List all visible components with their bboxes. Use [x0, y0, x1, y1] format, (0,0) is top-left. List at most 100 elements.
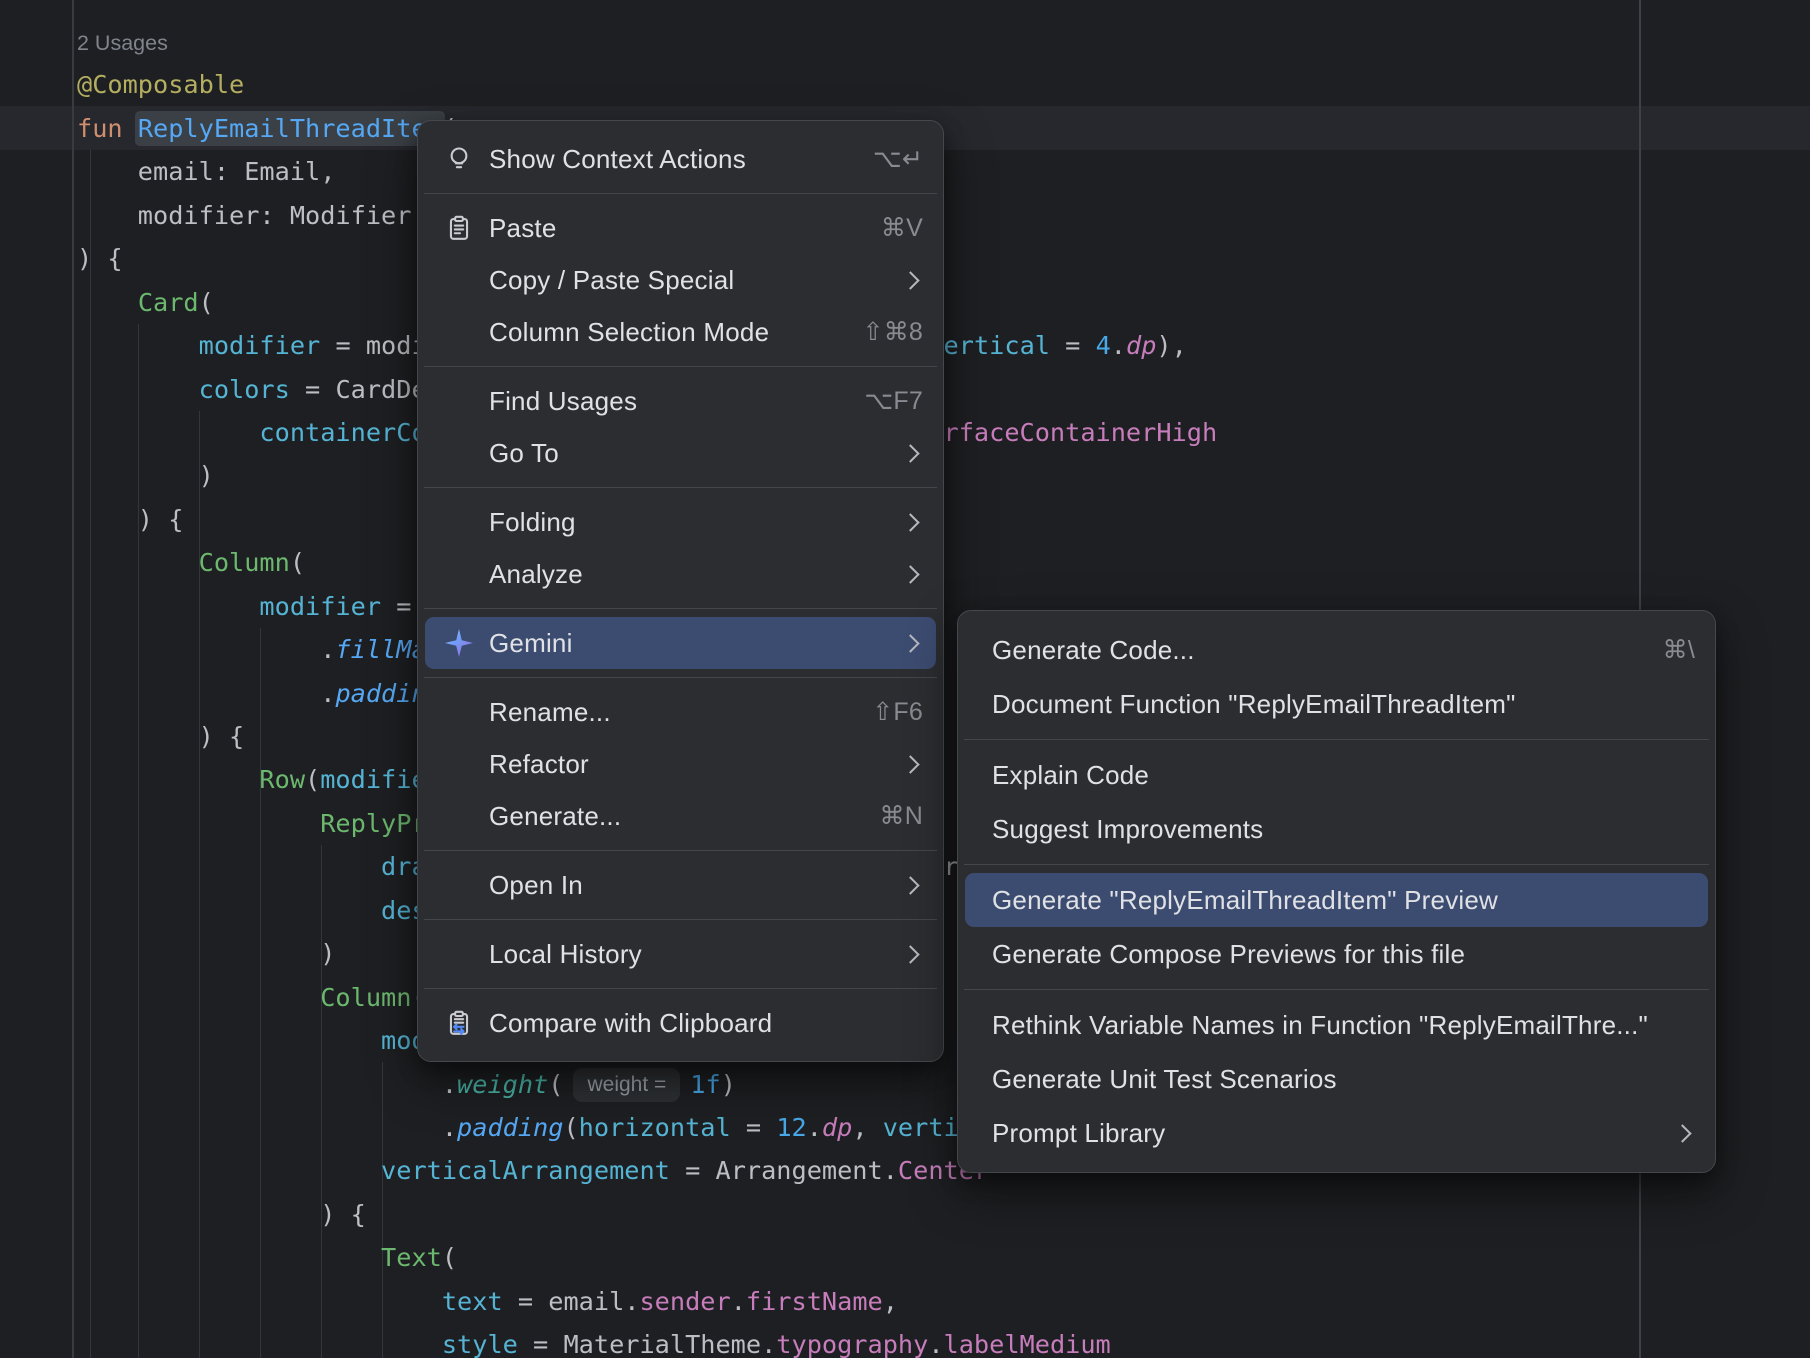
menu-separator	[424, 988, 937, 989]
code-token	[77, 1026, 381, 1055]
menu-item-column-selection-mode[interactable]: Column Selection Mode⇧⌘8	[425, 306, 936, 358]
code-token	[77, 592, 259, 621]
code-token: style	[442, 1330, 518, 1358]
menu-separator	[424, 677, 937, 678]
menu-item-refactor[interactable]: Refactor	[425, 738, 936, 790]
chevron-right-icon	[901, 755, 919, 773]
code-token: =	[731, 1113, 777, 1142]
menu-item-rethink-variable-names-in-function-replyemailthre[interactable]: Rethink Variable Names in Function "Repl…	[965, 998, 1708, 1052]
menu-item-find-usages[interactable]: Find Usages⌥F7	[425, 375, 936, 427]
menu-item-local-history[interactable]: Local History	[425, 928, 936, 980]
inlay-hint-parameter[interactable]: weight =	[573, 1068, 680, 1102]
code-token	[77, 809, 320, 838]
code-token: colors	[199, 375, 290, 404]
menu-item-document-function-replyemailthreaditem[interactable]: Document Function "ReplyEmailThreadItem"	[965, 677, 1708, 731]
menu-item-shortcut: ⌘N	[880, 801, 923, 831]
lightbulb-icon	[444, 144, 474, 174]
code-token	[77, 852, 381, 881]
code-line: Text(	[77, 1236, 1217, 1279]
menu-item-shortcut: ⌘\	[1663, 635, 1695, 665]
code-token	[77, 1287, 442, 1316]
code-token: text	[442, 1287, 503, 1316]
code-token: )	[77, 461, 214, 490]
menu-item-compare-with-clipboard[interactable]: Compare with Clipboard	[425, 997, 936, 1049]
code-token: .	[77, 1113, 457, 1142]
menu-item-prompt-library[interactable]: Prompt Library	[965, 1106, 1708, 1160]
menu-item-label: Gemini	[489, 628, 880, 659]
menu-item-paste[interactable]: Paste ⌘V	[425, 202, 936, 254]
code-line: @Composable	[77, 63, 1217, 106]
menu-item-rename[interactable]: Rename...⇧F6	[425, 686, 936, 738]
menu-item-shortcut: ⌘V	[881, 213, 923, 243]
code-token: ) {	[77, 722, 244, 751]
menu-item-open-in[interactable]: Open In	[425, 859, 936, 911]
code-token	[77, 896, 381, 925]
code-token: = Arrangement.	[670, 1156, 898, 1185]
code-token: @Composable	[77, 70, 244, 99]
menu-item-go-to[interactable]: Go To	[425, 427, 936, 479]
paste-icon	[444, 213, 474, 243]
code-token: padding	[457, 1113, 563, 1142]
menu-item-explain-code[interactable]: Explain Code	[965, 748, 1708, 802]
menu-item-gemini[interactable]: Gemini	[425, 617, 936, 669]
menu-item-label: Paste	[489, 213, 857, 244]
code-token: fun	[77, 114, 123, 143]
code-token: dp	[1126, 331, 1156, 360]
menu-item-label: Explain Code	[992, 760, 1695, 791]
chevron-right-icon	[1673, 1124, 1691, 1142]
code-token: .	[1111, 331, 1126, 360]
menu-item-label: Copy / Paste Special	[489, 265, 880, 296]
menu-item-folding[interactable]: Folding	[425, 496, 936, 548]
selected-identifier: ReplyEmailThreadItem	[138, 114, 442, 143]
menu-separator	[424, 487, 937, 488]
code-token: email: Email,	[77, 157, 335, 186]
code-token: ,	[852, 1113, 882, 1142]
gemini-submenu: Generate Code... ⌘\ Document Function "Rep…	[957, 610, 1716, 1173]
code-token	[77, 548, 199, 577]
code-token: (	[442, 1243, 457, 1272]
menu-item-show-context-actions[interactable]: Show Context Actions⌥↵	[425, 133, 936, 185]
code-token: .	[77, 1070, 457, 1099]
menu-item-copy-paste-special[interactable]: Copy / Paste Special	[425, 254, 936, 306]
menu-item-label: Rethink Variable Names in Function "Repl…	[992, 1010, 1695, 1041]
gutter-separator	[72, 0, 74, 1358]
menu-item-label: Folding	[489, 507, 880, 538]
menu-item-suggest-improvements[interactable]: Suggest Improvements	[965, 802, 1708, 856]
code-line: text = email.sender.firstName,	[77, 1280, 1217, 1323]
code-token: Row	[259, 765, 305, 794]
menu-item-generate[interactable]: Generate...⌘N	[425, 790, 936, 842]
chevron-right-icon	[901, 444, 919, 462]
menu-item-generate-compose-previews-for-this-file[interactable]: Generate Compose Previews for this file	[965, 927, 1708, 981]
menu-item-label: Generate "ReplyEmailThreadItem" Preview	[992, 885, 1695, 916]
code-token: Column	[320, 983, 411, 1012]
code-line: ) {	[77, 1193, 1217, 1236]
menu-item-label: Show Context Actions	[489, 144, 849, 175]
code-token	[77, 1156, 381, 1185]
menu-item-label: Suggest Improvements	[992, 814, 1695, 845]
menu-separator	[964, 989, 1709, 990]
code-token: 12	[776, 1113, 806, 1142]
code-token: (	[563, 1113, 578, 1142]
code-token: .	[77, 679, 335, 708]
chevron-right-icon	[901, 945, 919, 963]
menu-item-generate-replyemailthreaditem-preview[interactable]: Generate "ReplyEmailThreadItem" Preview	[965, 873, 1708, 927]
code-token: ) {	[77, 244, 123, 273]
ide-editor-screen: 2 Usages @Composable fun ReplyEmailThreadI…	[0, 0, 1810, 1358]
menu-item-label: Generate Code...	[992, 635, 1639, 666]
code-token: =	[1050, 331, 1096, 360]
code-line: 2 Usages	[77, 20, 1217, 63]
code-token: surfaceContainerHigh	[913, 418, 1217, 447]
menu-separator	[424, 193, 937, 194]
code-token	[77, 331, 199, 360]
code-token	[77, 1243, 381, 1272]
menu-item-generate-code[interactable]: Generate Code... ⌘\	[965, 623, 1708, 677]
menu-item-generate-unit-test-scenarios[interactable]: Generate Unit Test Scenarios	[965, 1052, 1708, 1106]
menu-item-analyze[interactable]: Analyze	[425, 548, 936, 600]
code-token: .	[731, 1287, 746, 1316]
menu-separator	[424, 850, 937, 851]
menu-item-label: Analyze	[489, 559, 880, 590]
code-token	[77, 375, 199, 404]
menu-item-label: Open In	[489, 870, 880, 901]
chevron-right-icon	[901, 876, 919, 894]
code-token: horizontal	[579, 1113, 731, 1142]
